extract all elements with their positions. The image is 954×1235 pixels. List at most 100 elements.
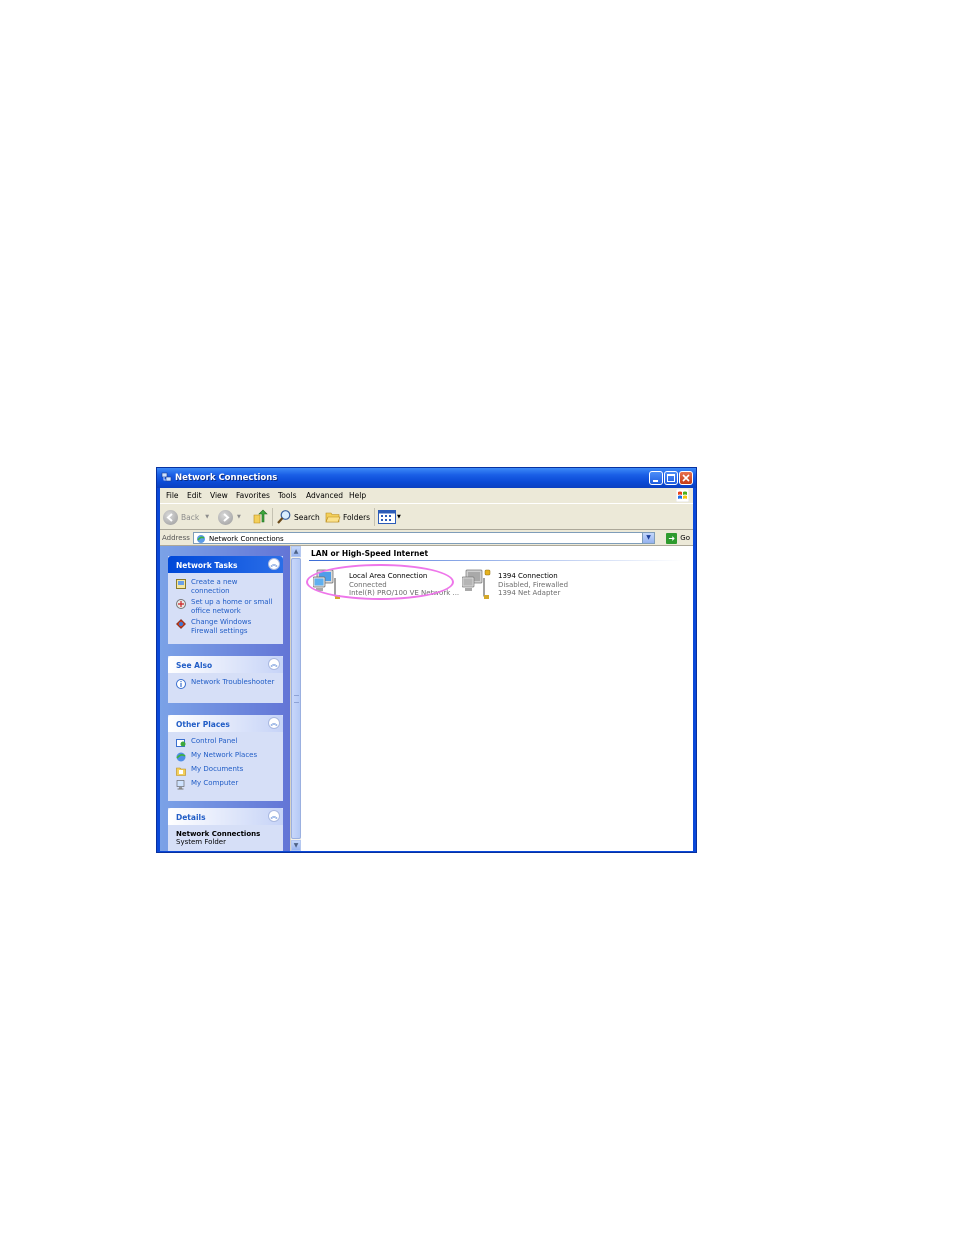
connection-device: 1394 Net Adapter [498, 589, 561, 597]
minimize-button[interactable] [649, 471, 663, 485]
place-label: My Network Places [191, 751, 258, 759]
task-pane-scrollbar[interactable]: ▲ ▼ [290, 546, 301, 851]
computer-icon [176, 780, 185, 790]
search-button[interactable]: Search [276, 508, 320, 526]
forward-dropdown-icon: ▼ [237, 514, 241, 520]
panel-title: See Also [176, 661, 213, 670]
windows-logo-icon [676, 489, 689, 502]
group-header: LAN or High-Speed Internet [311, 549, 429, 558]
see-also-panel: See Also ︽ Network Troubleshooter [168, 656, 283, 703]
connection-name: 1394 Connection [498, 572, 558, 580]
toolbar-separator [374, 508, 375, 526]
place-my-computer[interactable]: My Computer [176, 779, 277, 790]
task-home-network[interactable]: Set up a home or small office network [176, 598, 277, 615]
address-label: Address [162, 534, 190, 542]
address-input[interactable]: Network Connections ▼ [193, 532, 655, 544]
go-button[interactable]: ➜ Go [666, 532, 690, 544]
group-divider [309, 560, 683, 561]
menu-favorites[interactable]: Favorites [236, 491, 270, 500]
menu-help[interactable]: Help [349, 491, 366, 500]
address-bar: Address Network Connections ▼ ➜ Go [160, 530, 693, 546]
views-button[interactable]: ▼ [378, 508, 401, 526]
other-places-header[interactable]: Other Places ︽ [168, 715, 283, 732]
title-bar[interactable]: Network Connections [157, 468, 696, 488]
up-folder-button[interactable] [252, 508, 268, 526]
firewall-icon [176, 619, 186, 629]
1394-connection-icon [462, 569, 491, 599]
details-type: System Folder [176, 838, 226, 846]
see-also-troubleshooter[interactable]: Network Troubleshooter [176, 678, 277, 689]
chevron-down-icon: ▼ [646, 534, 651, 541]
address-value: Network Connections [209, 534, 284, 543]
scroll-down-button[interactable]: ▼ [291, 840, 301, 851]
chevron-down-icon: ▼ [293, 842, 299, 849]
views-icon [378, 510, 396, 524]
collapse-chevron-icon[interactable]: ︽ [268, 558, 280, 570]
control-panel-icon [176, 739, 186, 747]
menu-tools[interactable]: Tools [278, 491, 296, 500]
details-name: Network Connections [176, 830, 261, 838]
go-arrow-icon: ➜ [666, 532, 678, 544]
forward-button[interactable]: ▼ [218, 508, 241, 526]
see-also-label: Network Troubleshooter [191, 678, 275, 686]
documents-icon [176, 767, 186, 776]
menu-edit[interactable]: Edit [187, 491, 202, 500]
back-dropdown-icon: ▼ [205, 514, 210, 520]
info-icon [176, 679, 186, 689]
task-label: Set up a home or small office network [191, 598, 273, 615]
collapse-chevron-icon[interactable]: ︽ [268, 810, 280, 822]
home-network-icon [176, 599, 186, 609]
details-header[interactable]: Details ︽ [168, 808, 283, 825]
grip-icon [294, 695, 299, 703]
network-tasks-panel: Network Tasks ︽ Create a new connection … [168, 556, 283, 644]
network-connections-icon [161, 472, 172, 482]
folders-icon [325, 512, 341, 523]
menu-file[interactable]: File [166, 491, 179, 500]
address-dropdown-button[interactable]: ▼ [642, 533, 654, 543]
task-create-connection[interactable]: Create a new connection [176, 578, 277, 595]
folders-label: Folders [343, 512, 371, 522]
place-my-network-places[interactable]: My Network Places [176, 751, 277, 762]
chevron-up-icon: ▲ [293, 548, 299, 555]
panel-title: Details [176, 813, 206, 822]
task-firewall-settings[interactable]: Change Windows Firewall settings [176, 618, 277, 635]
search-icon [277, 510, 291, 524]
search-label: Search [294, 512, 320, 522]
place-label: My Computer [191, 779, 239, 787]
forward-arrow-icon [218, 509, 233, 525]
details-panel: Details ︽ Network Connections System Fol… [168, 808, 283, 851]
place-my-documents[interactable]: My Documents [176, 765, 277, 776]
place-label: Control Panel [191, 737, 238, 745]
place-label: My Documents [191, 765, 244, 773]
network-connections-window: Network Connections File Edit View Favor… [156, 467, 697, 853]
scroll-up-button[interactable]: ▲ [291, 546, 301, 557]
network-connections-icon [197, 534, 205, 543]
go-label: Go [680, 534, 690, 542]
connection-status: Disabled, Firewalled [498, 580, 569, 589]
menu-view[interactable]: View [210, 491, 228, 500]
place-control-panel[interactable]: Control Panel [176, 737, 277, 748]
menu-advanced[interactable]: Advanced [306, 491, 343, 500]
folders-button[interactable]: Folders [325, 508, 370, 526]
maximize-button[interactable] [664, 471, 678, 485]
collapse-chevron-icon[interactable]: ︽ [268, 717, 280, 729]
close-button[interactable] [679, 471, 693, 485]
task-label: Create a new connection [191, 578, 238, 595]
connections-view: LAN or High-Speed Internet Local Area Co… [301, 546, 693, 851]
highlight-ellipse [306, 564, 454, 600]
maximize-icon [667, 474, 675, 482]
scroll-thumb[interactable] [291, 558, 301, 839]
panel-title: Network Tasks [176, 561, 238, 570]
close-icon [682, 474, 690, 482]
views-dropdown-icon: ▼ [397, 514, 401, 520]
back-label: Back [181, 512, 200, 522]
minimize-icon [653, 480, 658, 482]
task-label: Change Windows Firewall settings [191, 618, 252, 635]
other-places-panel: Other Places ︽ Control Panel My Network … [168, 715, 283, 801]
network-tasks-header[interactable]: Network Tasks ︽ [168, 556, 283, 573]
collapse-chevron-icon[interactable]: ︽ [268, 658, 280, 670]
connection-item[interactable]: 1394 Connection Disabled, Firewalled 139… [462, 568, 592, 604]
back-button[interactable]: Back ▼ [163, 508, 209, 526]
standard-toolbar: Back ▼ ▼ Search Folders ▼ [160, 503, 693, 530]
see-also-header[interactable]: See Also ︽ [168, 656, 283, 673]
